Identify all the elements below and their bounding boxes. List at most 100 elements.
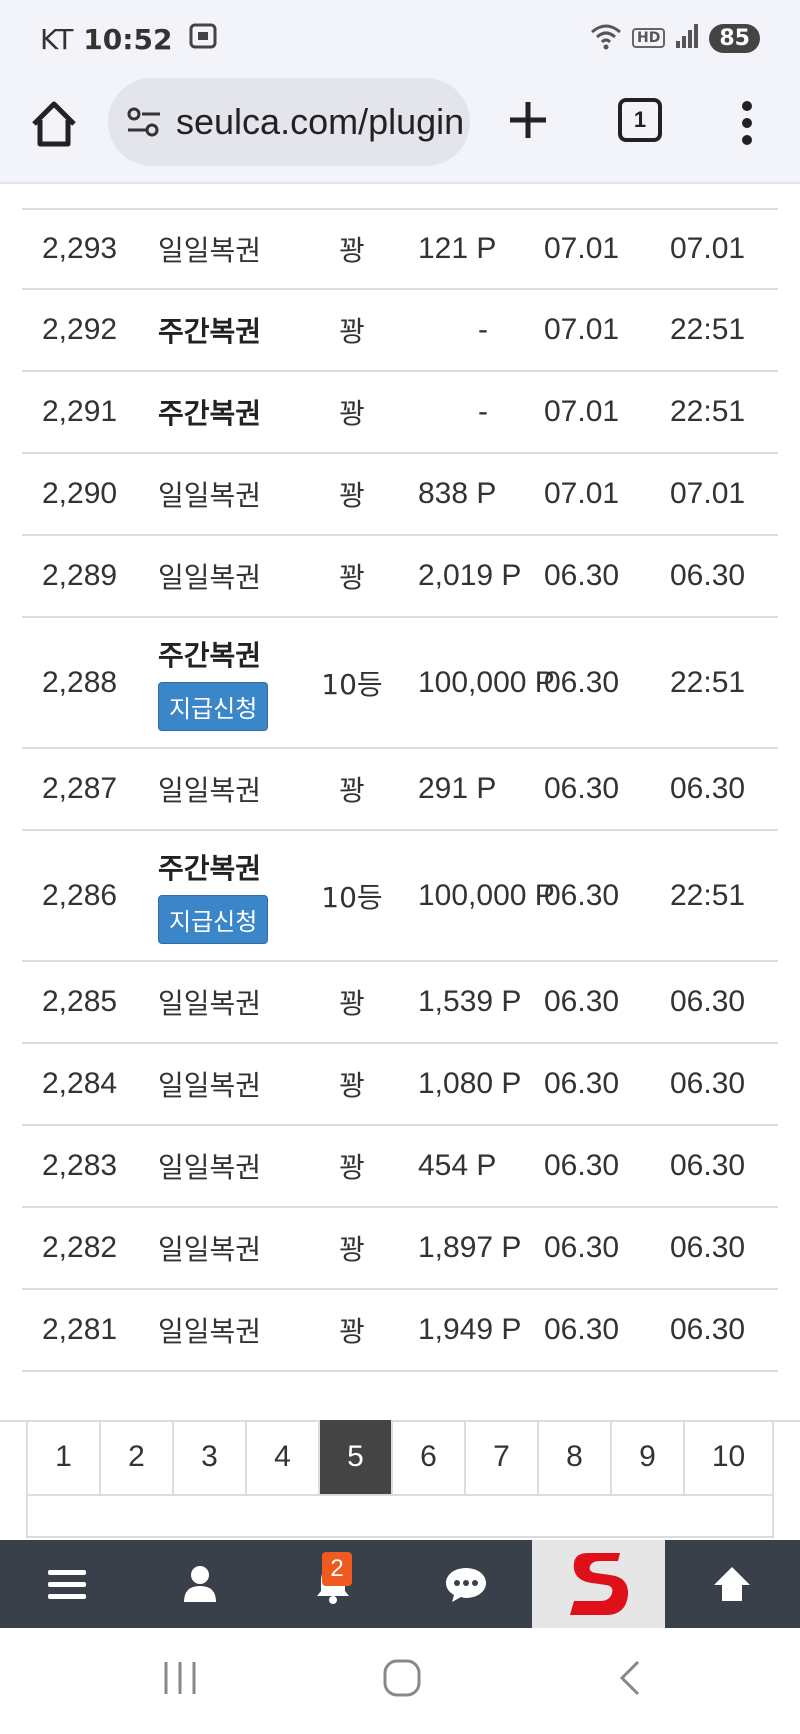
points: 2,019 P (418, 559, 522, 592)
home-button[interactable] (28, 98, 80, 150)
row-number: 2,292 (42, 313, 118, 346)
row-number: 2,285 (42, 985, 118, 1018)
draw-date: 06.30 (544, 985, 620, 1018)
lottery-type-cell: 주간복권지급신청 (158, 618, 269, 747)
profile-button[interactable] (133, 1540, 266, 1628)
draw-date: 06.30 (544, 1067, 620, 1100)
points: 1,949 P (418, 1313, 522, 1346)
draw-date: 06.30 (544, 878, 620, 912)
claim-payout-button[interactable]: 지급신청 (158, 895, 269, 944)
lottery-type-cell: 일일복권 (158, 454, 261, 534)
draw-date: 07.01 (544, 313, 620, 346)
lottery-type-cell: 일일복권 (158, 1290, 261, 1370)
lottery-type: 일일복권 (158, 1151, 262, 1184)
lottery-type: 일일복권 (158, 561, 262, 594)
lottery-type: 일일복권 (158, 987, 262, 1020)
new-tab-button[interactable] (502, 94, 554, 146)
menu-icon (47, 1570, 86, 1599)
home-nav-icon[interactable] (382, 1658, 422, 1698)
battery-indicator: 85 (709, 23, 760, 53)
prize-rank: 꽝 (339, 1069, 365, 1102)
points: - (478, 395, 488, 428)
clock: 10:52 (83, 23, 173, 56)
prize-rank: 꽝 (339, 987, 365, 1020)
lottery-type: 일일복권 (158, 774, 262, 807)
lottery-type: 일일복권 (158, 234, 262, 267)
scroll-top-button[interactable] (665, 1540, 798, 1628)
row-number: 2,289 (42, 559, 118, 592)
result-time: 07.01 (670, 477, 746, 510)
back-icon[interactable] (610, 1658, 650, 1698)
prize-rank: 꽝 (339, 1151, 365, 1184)
page-button-4[interactable]: 4 (247, 1420, 320, 1494)
draw-date: 07.01 (544, 395, 620, 428)
table-row: 2,282 일일복권 꽝 1,897 P 06.30 06.30 (22, 1208, 778, 1290)
result-time: 06.30 (670, 985, 746, 1018)
browser-menu-button[interactable] (732, 96, 762, 150)
row-number: 2,283 (42, 1149, 118, 1182)
table-row: 2,288 주간복권 지급신청 10등 100,000 P 06.30 22:51 (22, 618, 778, 749)
page-button-10[interactable]: 10 (685, 1420, 772, 1494)
page-button-9[interactable]: 9 (612, 1420, 685, 1494)
result-time: 06.30 (670, 1231, 746, 1264)
tab-switcher-button[interactable]: 1 (618, 98, 662, 142)
lottery-type: 주간복권 (158, 852, 262, 885)
lottery-type-cell: 주간복권 (158, 372, 261, 452)
lottery-type-cell: 일일복권 (158, 749, 261, 829)
prize-rank: 꽝 (339, 397, 365, 430)
row-number: 2,286 (42, 878, 118, 912)
status-right: HD 85 (590, 22, 760, 54)
site-logo (569, 1553, 628, 1615)
prize-rank: 꽝 (339, 234, 365, 267)
url-text: seulca.com/plugin (176, 101, 465, 142)
draw-date: 06.30 (544, 1313, 620, 1346)
points: 1,897 P (418, 1231, 522, 1264)
points: 100,000 P (418, 665, 555, 699)
draw-date: 06.30 (544, 1231, 620, 1264)
table-row: 2,290 일일복권 꽝 838 P 07.01 07.01 (22, 454, 778, 536)
lottery-type-cell: 주간복권 (158, 290, 261, 370)
prize-rank: 꽝 (339, 774, 365, 807)
notifications-button[interactable]: 2 (266, 1540, 399, 1628)
hd-voice-badge: HD (632, 28, 666, 48)
menu-button[interactable] (0, 1540, 133, 1628)
page-button-6[interactable]: 6 (393, 1420, 466, 1494)
page-button-8[interactable]: 8 (539, 1420, 612, 1494)
table-row: 2,285 일일복권 꽝 1,539 P 06.30 06.30 (22, 962, 778, 1044)
row-number: 2,288 (42, 665, 118, 699)
result-time: 22:51 (670, 395, 746, 428)
points: 1,539 P (418, 985, 522, 1018)
draw-date: 06.30 (544, 772, 620, 805)
recent-apps-icon[interactable] (160, 1658, 200, 1698)
page-button-3[interactable]: 3 (174, 1420, 247, 1494)
prize-rank: 꽝 (339, 561, 365, 594)
address-bar[interactable]: seulca.com/plugin (108, 78, 470, 166)
screenshot-icon (188, 22, 218, 57)
points: - (478, 313, 488, 346)
pagination: 1 2 3 4 5 6 7 8 9 10 (26, 1420, 774, 1538)
bottom-nav: 2 (0, 1540, 800, 1628)
lottery-type: 주간복권 (158, 639, 262, 672)
result-time: 22:51 (670, 878, 746, 912)
lottery-type: 일일복권 (158, 1233, 262, 1266)
lottery-type: 일일복권 (158, 1315, 262, 1348)
points: 454 P (418, 1149, 497, 1182)
row-number: 2,293 (42, 232, 118, 265)
wifi-icon (590, 22, 622, 54)
status-left: KT 10:52 (40, 22, 218, 57)
chat-button[interactable] (399, 1540, 532, 1628)
claim-payout-button[interactable]: 지급신청 (158, 682, 269, 731)
page-button-row: 1 2 3 4 5 6 7 8 9 10 (28, 1420, 772, 1496)
page-button-2[interactable]: 2 (101, 1420, 174, 1494)
result-time: 06.30 (670, 772, 746, 805)
page-button-5[interactable]: 5 (320, 1420, 393, 1494)
row-number: 2,284 (42, 1067, 118, 1100)
site-logo-button[interactable] (532, 1540, 665, 1628)
table-row: 2,284 일일복권 꽝 1,080 P 06.30 06.30 (22, 1044, 778, 1126)
result-time: 06.30 (670, 1149, 746, 1182)
page-button-1[interactable]: 1 (28, 1420, 101, 1494)
lottery-type-cell: 주간복권지급신청 (158, 831, 269, 960)
page-button-7[interactable]: 7 (466, 1420, 539, 1494)
site-settings-icon[interactable] (124, 102, 164, 142)
result-time: 07.01 (670, 232, 746, 265)
